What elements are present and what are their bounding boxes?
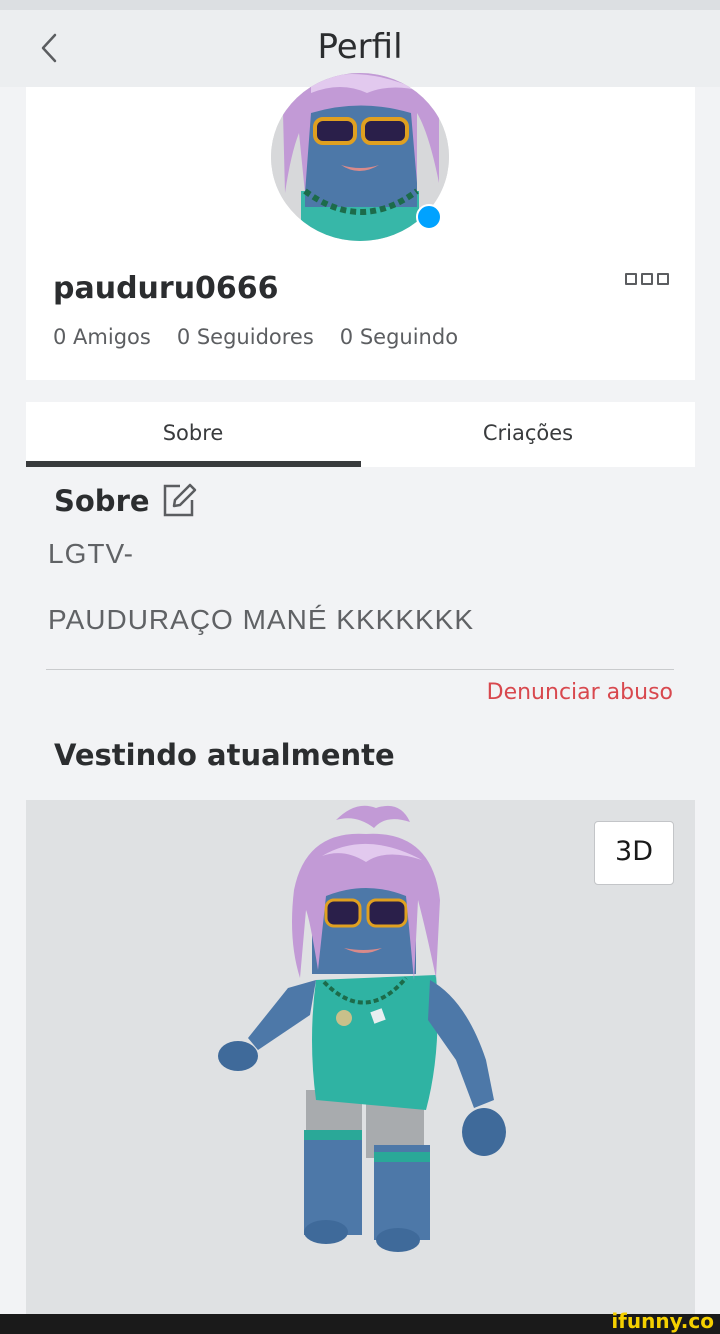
tab-sobre[interactable]: Sobre	[26, 402, 360, 467]
profile-stats: 0 Amigos 0 Seguidores 0 Seguindo	[53, 325, 458, 349]
report-abuse-link[interactable]: Denunciar abuso	[487, 680, 673, 705]
more-options-icon[interactable]	[625, 273, 669, 285]
active-tab-indicator	[26, 461, 361, 467]
avatar-viewer[interactable]: 3D	[26, 800, 695, 1314]
currently-wearing-heading: Vestindo atualmente	[54, 738, 395, 772]
profile-card: pauduru0666 0 Amigos 0 Seguidores 0 Segu…	[26, 73, 695, 380]
status-strip	[0, 0, 720, 10]
online-status-dot	[416, 204, 442, 230]
watermark-logo: ifunny.co	[611, 1309, 714, 1333]
about-heading-row: Sobre	[54, 482, 198, 520]
about-text-line-2: PAUDURAÇO MANÉ KKKKKKK	[48, 604, 475, 635]
edit-icon[interactable]	[160, 482, 198, 520]
following-count[interactable]: 0 Seguindo	[340, 325, 458, 349]
tab-criacoes[interactable]: Criações	[361, 402, 695, 467]
followers-count[interactable]: 0 Seguidores	[177, 325, 314, 349]
divider	[46, 669, 674, 670]
friends-count[interactable]: 0 Amigos	[53, 325, 151, 349]
3d-view-button[interactable]: 3D	[594, 821, 674, 885]
about-text-line-1: LGTV-	[48, 538, 134, 569]
page-title: Perfil	[317, 27, 403, 67]
about-heading: Sobre	[54, 484, 150, 518]
username: pauduru0666	[53, 271, 279, 306]
profile-tabs: Sobre Criações	[26, 402, 695, 467]
